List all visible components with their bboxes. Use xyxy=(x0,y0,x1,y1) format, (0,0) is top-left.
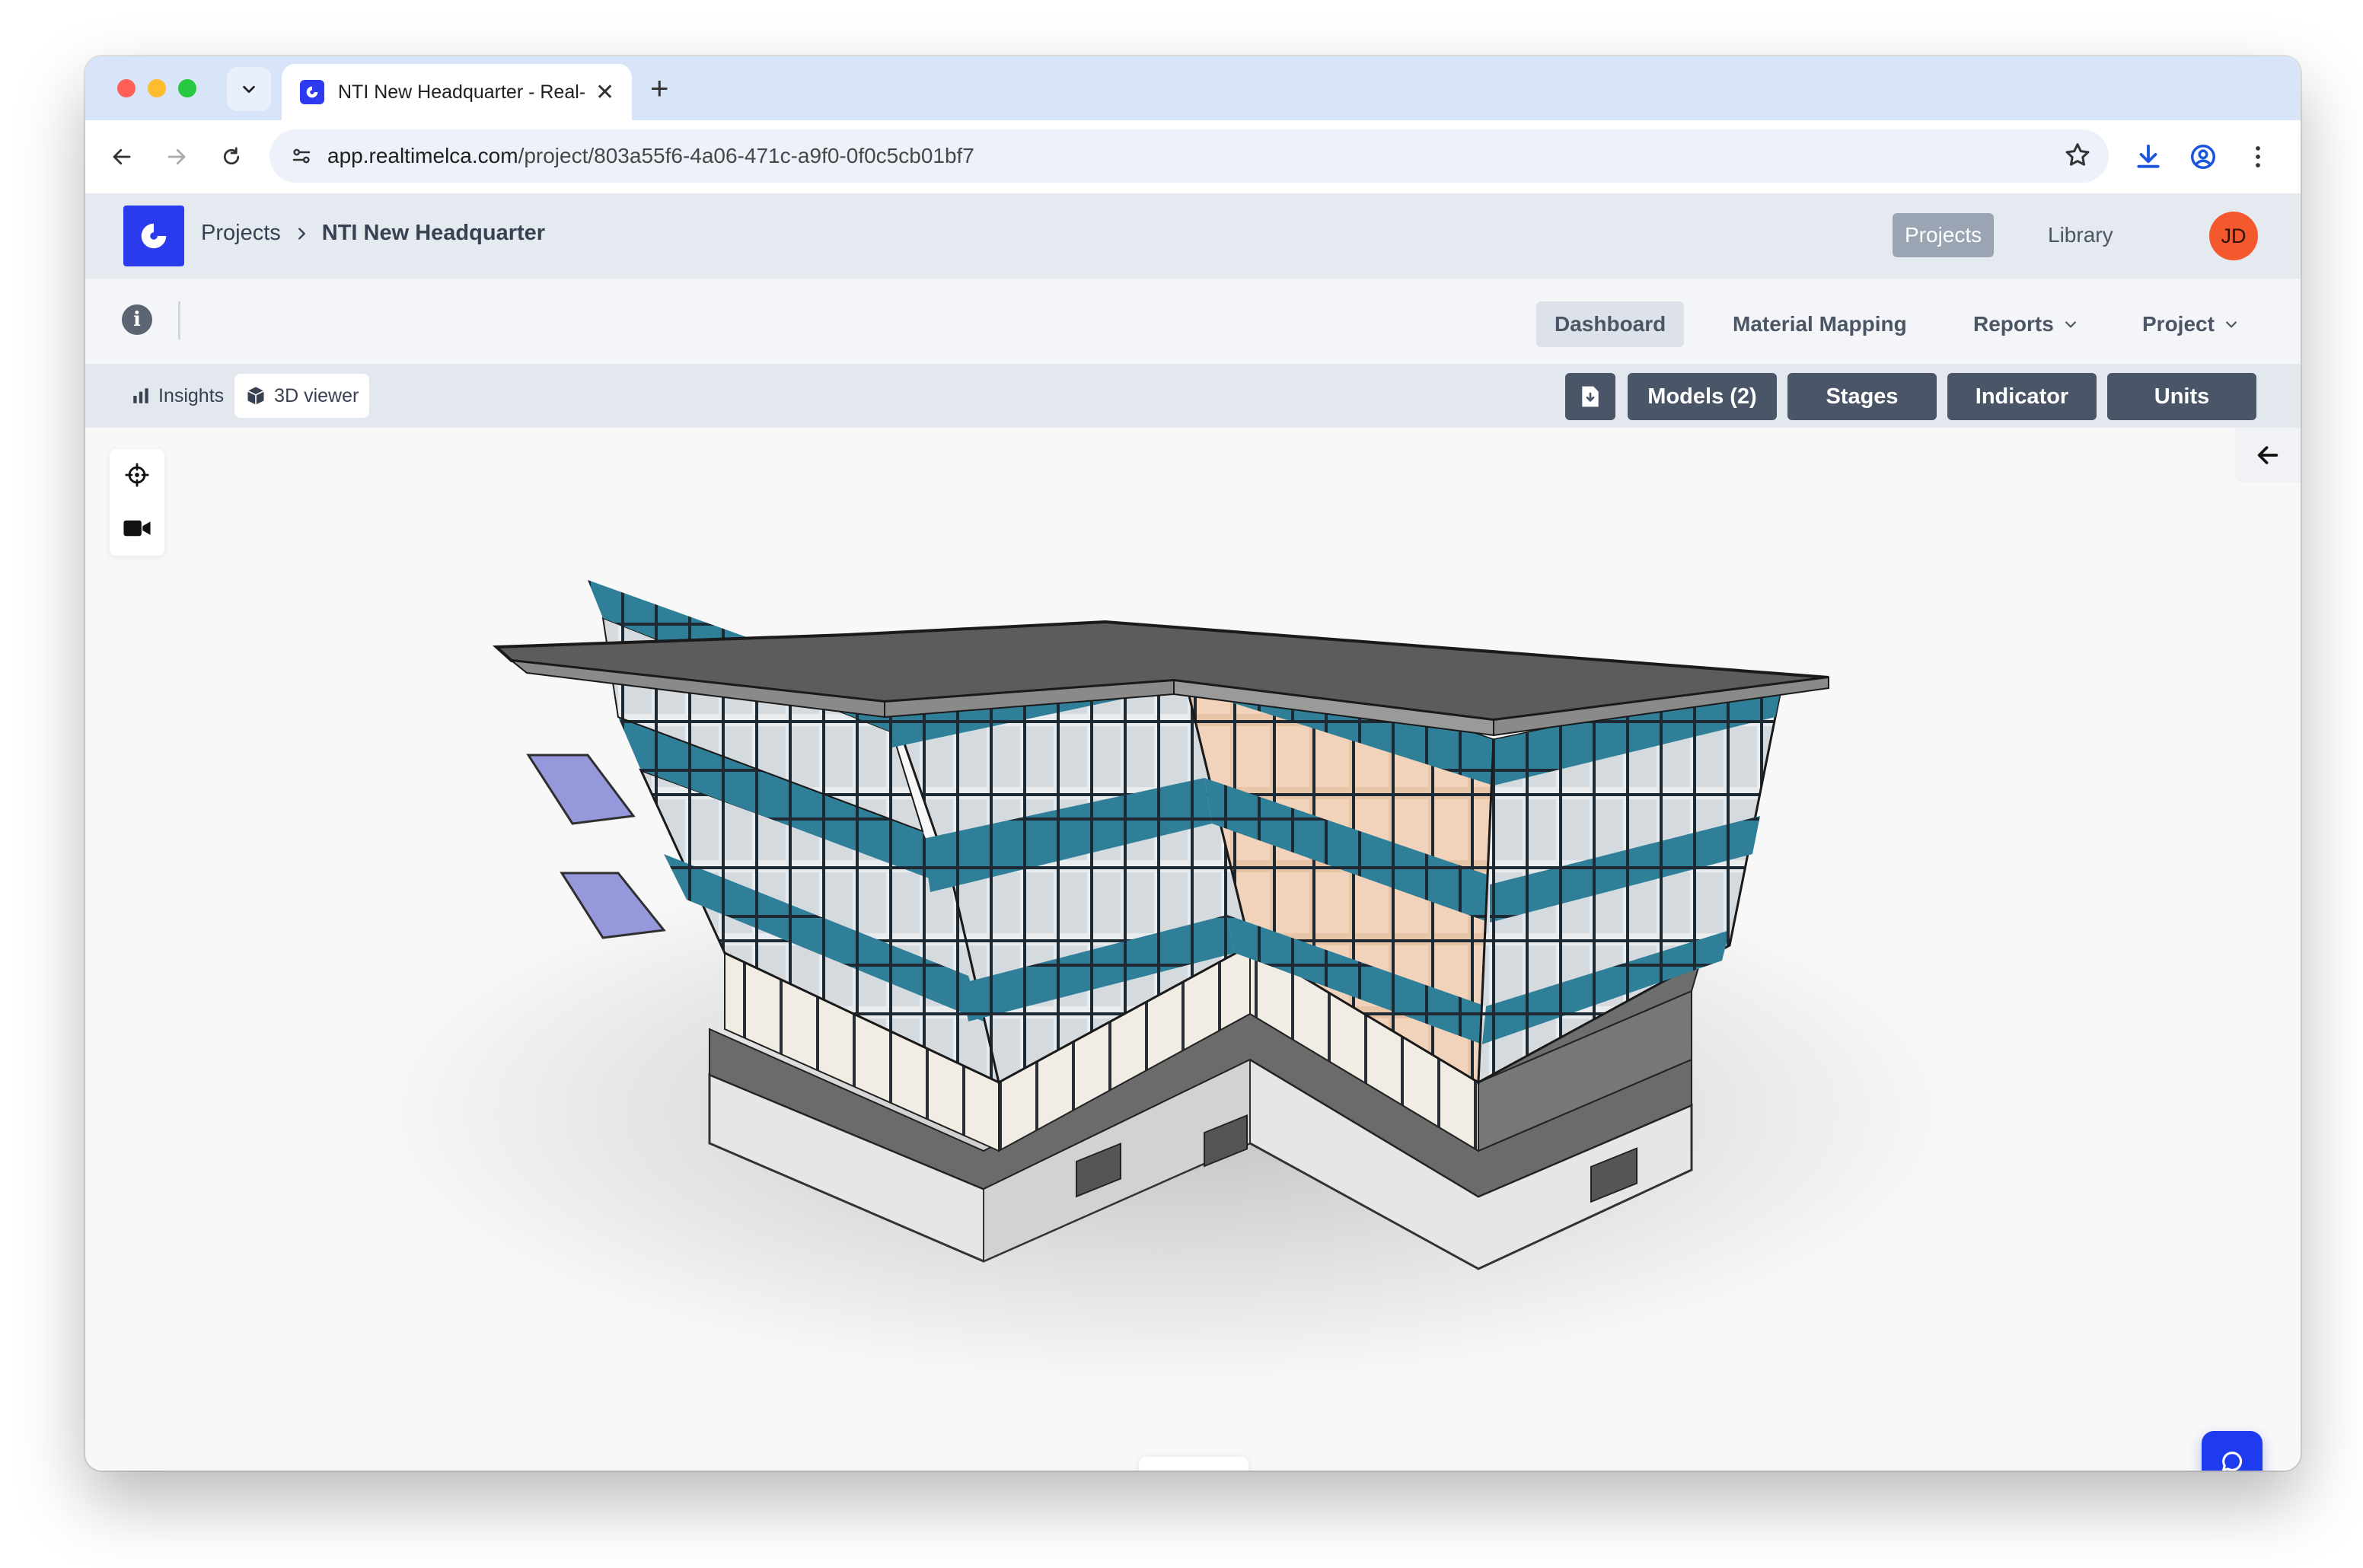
more-vert-icon[interactable] xyxy=(2241,140,2275,174)
viewer-bottom-toolbar xyxy=(1139,1457,1248,1471)
3d-viewer-canvas[interactable] xyxy=(85,428,2301,1471)
stages-button[interactable]: Stages xyxy=(1787,373,1937,420)
forward-arrow-icon[interactable] xyxy=(161,142,192,172)
view-bar: Insights 3D viewer Models (2) Stages Ind… xyxy=(85,364,2301,428)
url-text: app.realtimelca.com/project/803a55f6-4a0… xyxy=(327,144,974,167)
export-document-button[interactable] xyxy=(1565,373,1615,420)
video-camera-icon[interactable] xyxy=(123,517,151,543)
breadcrumb-projects-link[interactable]: Projects xyxy=(201,221,281,246)
download-icon[interactable] xyxy=(2132,140,2165,174)
app-header: Projects NTI New Headquarter Projects Li… xyxy=(85,193,2301,279)
tab-3d-viewer-label: 3D viewer xyxy=(274,384,359,406)
nav-library-button[interactable]: Library xyxy=(2036,213,2125,257)
reports-menu-label: Reports xyxy=(1973,312,2054,336)
file-download-icon xyxy=(1582,386,1599,407)
chevron-down-icon xyxy=(243,85,255,94)
divider xyxy=(178,301,180,339)
plus-icon[interactable]: + xyxy=(650,70,669,107)
crosshair-icon[interactable] xyxy=(124,462,150,492)
tab-3d-viewer[interactable]: 3D viewer xyxy=(234,374,370,418)
tab-insights-label: Insights xyxy=(158,384,225,406)
avatar[interactable]: JD xyxy=(2209,212,2258,260)
arrow-left-icon xyxy=(2257,446,2278,464)
chat-icon xyxy=(2222,1452,2243,1471)
tab-title: NTI New Headquarter - Real- xyxy=(338,81,586,103)
nav-projects-button[interactable]: Projects xyxy=(1893,213,1995,257)
reports-menu[interactable]: Reports xyxy=(1955,301,2097,347)
address-bar[interactable]: app.realtimelca.com/project/803a55f6-4a0… xyxy=(269,129,2109,183)
tab-material-mapping-label: Material Mapping xyxy=(1733,312,1907,336)
star-icon[interactable] xyxy=(2063,141,2092,174)
tab-search-button[interactable] xyxy=(227,67,271,111)
maximize-window-button[interactable] xyxy=(178,79,196,97)
chevron-down-icon xyxy=(2063,317,2078,332)
breadcrumb-current: NTI New Headquarter xyxy=(321,221,546,245)
indicator-button[interactable]: Indicator xyxy=(1947,373,2097,420)
tab-dashboard-label: Dashboard xyxy=(1555,312,1666,336)
collapse-panel-button[interactable] xyxy=(2235,428,2301,483)
account-icon[interactable] xyxy=(2186,140,2220,174)
browser-tab-active[interactable]: NTI New Headquarter - Real- ✕ xyxy=(282,64,632,120)
app-logo[interactable] xyxy=(123,206,184,266)
minimize-window-button[interactable] xyxy=(148,79,166,97)
bar-chart-icon xyxy=(133,388,148,403)
back-arrow-icon[interactable] xyxy=(107,142,137,172)
building-model[interactable] xyxy=(85,428,2301,1471)
chevron-right-icon xyxy=(293,225,310,242)
viewer-tool-panel xyxy=(110,449,164,556)
favicon-icon xyxy=(300,80,324,104)
scissors-icon[interactable] xyxy=(1152,1469,1179,1471)
reload-icon[interactable] xyxy=(216,142,247,172)
browser-toolbar: app.realtimelca.com/project/803a55f6-4a0… xyxy=(85,120,2301,193)
models-button[interactable]: Models (2) xyxy=(1628,373,1777,420)
breadcrumb: Projects NTI New Headquarter xyxy=(201,221,545,246)
project-menu-label: Project xyxy=(2142,312,2215,336)
tab-strip: NTI New Headquarter - Real- ✕ + xyxy=(85,56,2301,120)
units-button[interactable]: Units xyxy=(2107,373,2256,420)
browser-window: NTI New Headquarter - Real- ✕ + app.real… xyxy=(85,56,2301,1471)
glasses-icon[interactable] xyxy=(1205,1469,1236,1471)
cube-icon xyxy=(247,387,265,405)
project-subnav: i Dashboard Material Mapping Reports Pro… xyxy=(85,279,2301,364)
tab-material-mapping[interactable]: Material Mapping xyxy=(1714,301,1925,347)
project-menu[interactable]: Project xyxy=(2124,301,2257,347)
close-icon[interactable]: ✕ xyxy=(595,79,614,106)
site-settings-icon[interactable] xyxy=(286,141,317,171)
tab-dashboard[interactable]: Dashboard xyxy=(1536,301,1685,347)
view-tabs: Insights 3D viewer xyxy=(120,371,370,420)
tab-insights[interactable]: Insights xyxy=(120,374,234,418)
info-icon[interactable]: i xyxy=(122,304,152,335)
chevron-down-icon xyxy=(2224,317,2239,332)
chat-button[interactable] xyxy=(2202,1431,2263,1471)
close-window-button[interactable] xyxy=(117,79,136,97)
